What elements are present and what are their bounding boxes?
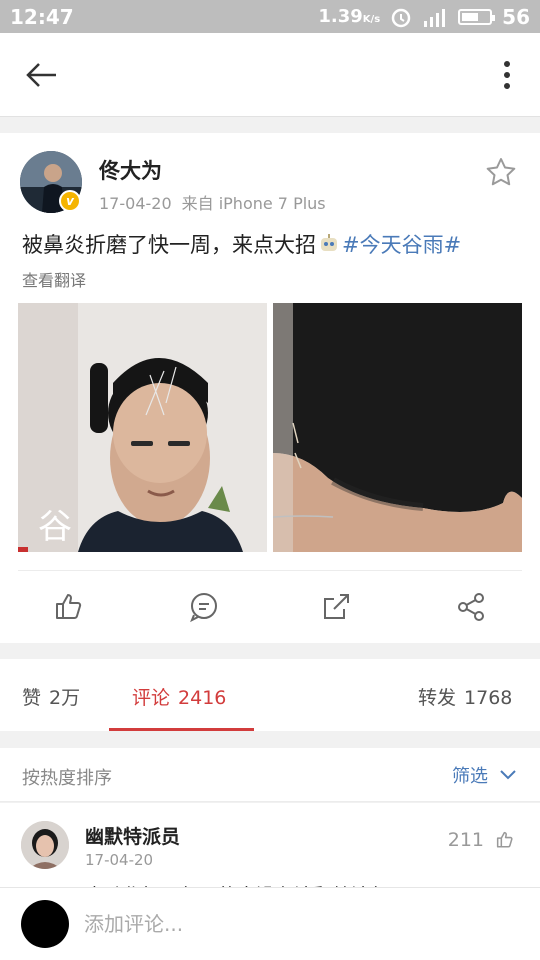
post-meta: 17-04-20 来自 iPhone 7 Plus (99, 190, 326, 214)
comment-date: 17-04-20 (85, 851, 154, 869)
comment-icon[interactable] (186, 589, 222, 625)
battery-icon (458, 8, 496, 25)
tab-comments[interactable]: 评论 2416 (132, 683, 226, 710)
commenter-avatar[interactable] (21, 821, 69, 869)
comment-input[interactable] (84, 906, 504, 942)
comment-input-bar (0, 887, 540, 960)
more-button[interactable] (492, 53, 522, 97)
alarm-icon (391, 8, 411, 27)
tab-likes-count: 2万 (49, 687, 81, 709)
signal-icon (424, 8, 446, 27)
status-right: 1.39K/s 56 (318, 5, 530, 29)
forward-icon[interactable] (318, 589, 354, 625)
tab-likes[interactable]: 赞 2万 (22, 683, 80, 710)
filter-button[interactable]: 筛选 (452, 762, 516, 788)
tab-likes-label: 赞 (22, 687, 42, 709)
post-body: 被鼻炎折磨了快一周，来点大招 (22, 233, 316, 257)
favorite-star-icon[interactable] (484, 155, 518, 189)
more-vertical-icon (504, 61, 510, 89)
translate-link[interactable]: 查看翻译 (22, 267, 86, 291)
commenter-name[interactable]: 幽默特派员 (85, 822, 180, 849)
post-photo-2[interactable] (273, 303, 522, 552)
comment-like-count: 211 (447, 829, 484, 851)
tab-comments-label: 评论 (132, 687, 171, 709)
active-tab-indicator (109, 728, 254, 731)
post-date: 17-04-20 (99, 194, 172, 213)
network-speed: 1.39K/s (318, 6, 380, 27)
post-source: 来自 iPhone 7 Plus (181, 194, 326, 213)
status-bar: 12:47 1.39K/s 56 (0, 0, 540, 33)
author-name[interactable]: 佟大为 (99, 155, 162, 185)
sort-bar: 按热度排序 筛选 (0, 748, 540, 802)
filter-label: 筛选 (452, 766, 488, 787)
like-icon[interactable] (51, 589, 87, 625)
post-divider (18, 570, 522, 571)
hashtag-link[interactable]: #今天谷雨# (342, 233, 461, 257)
comment-like-button[interactable]: 211 (448, 829, 516, 851)
top-bar (0, 33, 540, 117)
network-speed-unit: K/s (362, 14, 381, 25)
back-button[interactable] (18, 53, 64, 97)
share-icon[interactable] (453, 589, 489, 625)
tab-comments-count: 2416 (178, 687, 227, 709)
post-text: 被鼻炎折磨了快一周，来点大招 #今天谷雨# (22, 229, 461, 259)
arrow-left-icon (26, 63, 56, 87)
verified-badge: v (59, 190, 81, 212)
my-avatar (21, 900, 69, 948)
post-photo-1[interactable]: 谷 (18, 303, 267, 552)
battery-level: 56 (502, 4, 530, 29)
post-card: v 佟大为 17-04-20 来自 iPhone 7 Plus 被鼻炎折磨了快一周… (0, 133, 540, 643)
tab-reposts[interactable]: 转发 1768 (418, 683, 512, 710)
photo-overlay-text: 谷 (38, 507, 72, 547)
interaction-tabs: 赞 2万 评论 2416 转发 1768 (0, 659, 540, 731)
status-time: 12:47 (10, 4, 74, 29)
robot-emoji-icon (321, 234, 337, 251)
post-actions (0, 581, 540, 633)
chevron-down-icon (500, 770, 516, 780)
thumbs-up-icon (496, 831, 513, 848)
network-speed-value: 1.39 (318, 6, 363, 27)
tab-reposts-count: 1768 (464, 687, 513, 709)
tab-reposts-label: 转发 (418, 687, 457, 709)
sort-label[interactable]: 按热度排序 (22, 764, 112, 790)
